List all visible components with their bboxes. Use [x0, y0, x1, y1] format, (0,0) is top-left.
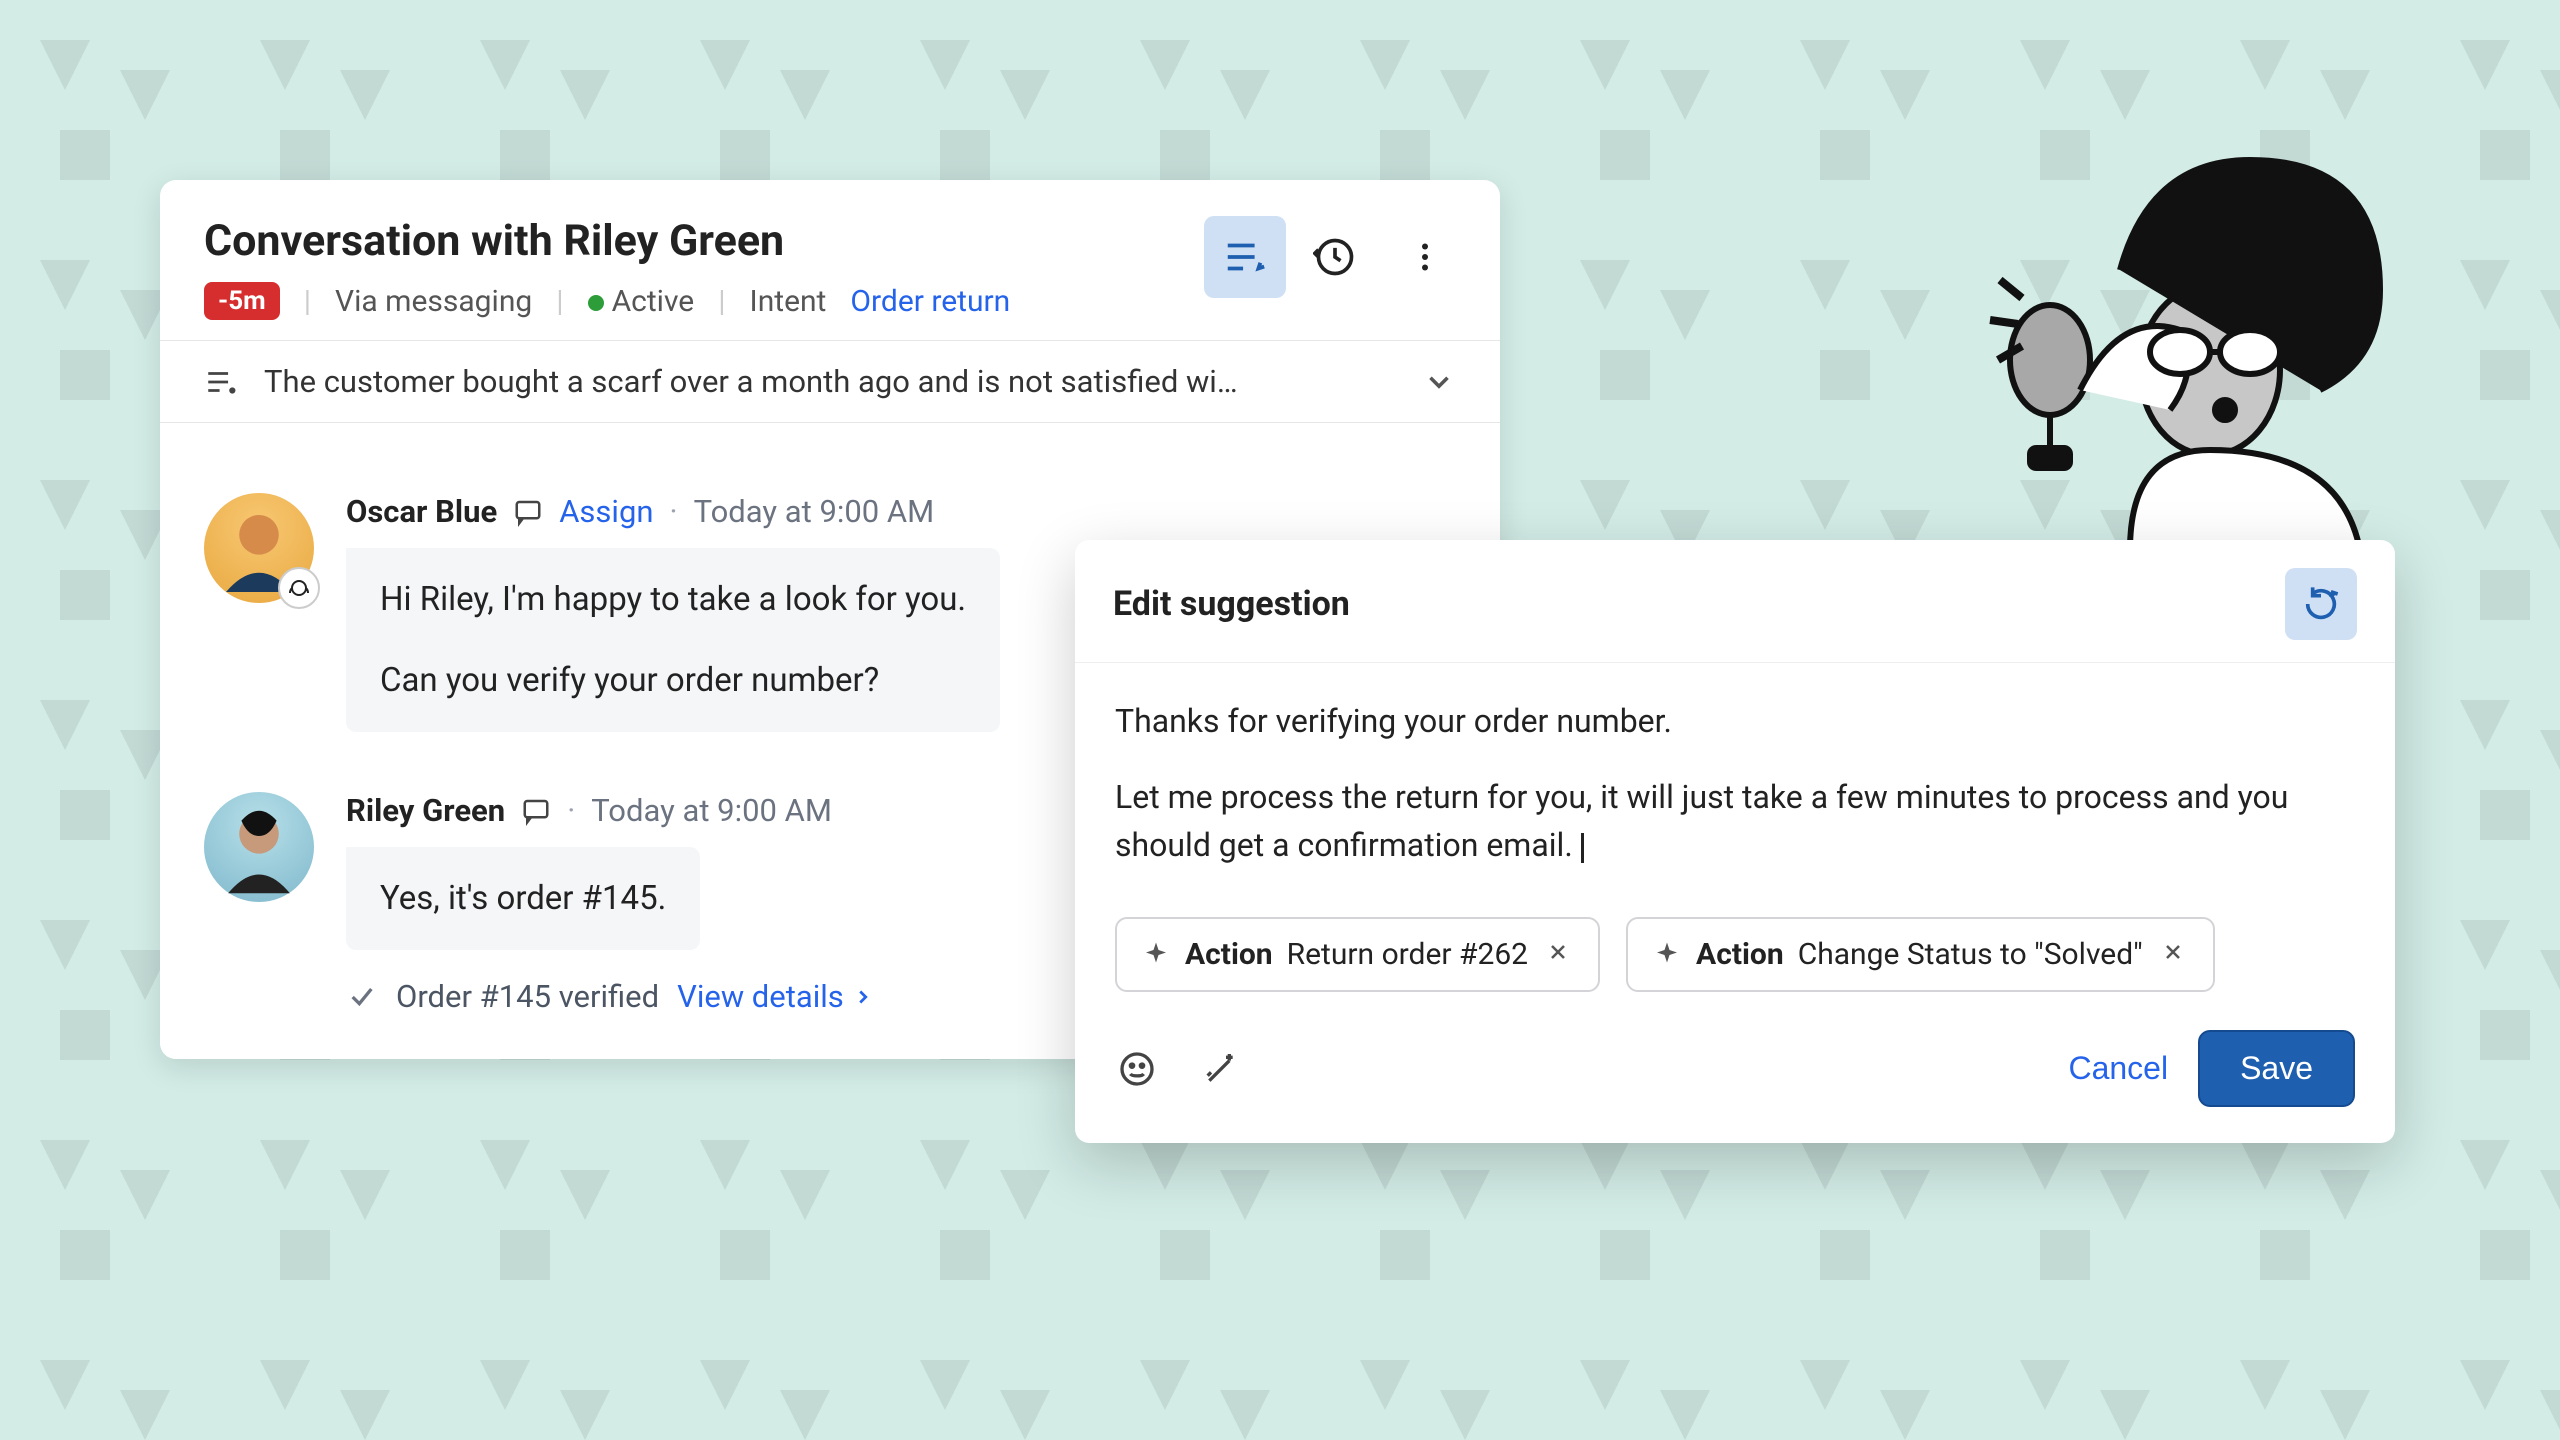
remove-action-icon[interactable]: [1542, 937, 1574, 972]
message-timestamp: Today at 9:00 AM: [694, 493, 935, 530]
view-details-link[interactable]: View details: [677, 978, 874, 1015]
more-menu-icon[interactable]: [1384, 216, 1466, 298]
checkmark-icon: [346, 981, 378, 1013]
summary-text: The customer bought a scarf over a month…: [264, 363, 1396, 400]
agent-badge-icon: [278, 567, 320, 609]
action-pill-change-status[interactable]: Action Change Status to "Solved": [1626, 917, 2215, 992]
sparkle-icon: [1652, 940, 1682, 970]
emoji-picker-icon[interactable]: [1115, 1047, 1159, 1091]
intent-label: Intent: [750, 284, 827, 319]
illustration-thinking-person: [1820, 130, 2470, 550]
remove-action-icon[interactable]: [2157, 937, 2189, 972]
message-sender-name: Oscar Blue: [346, 493, 497, 530]
verification-text: Order #145 verified: [396, 978, 659, 1015]
message-sender-name: Riley Green: [346, 792, 505, 829]
channel-messaging-icon: [521, 796, 551, 826]
edit-suggestion-panel: Edit suggestion Thanks for verifying you…: [1075, 540, 2395, 1143]
assign-link[interactable]: Assign: [559, 493, 653, 530]
regenerate-icon: [2301, 584, 2341, 624]
message-bubble: Yes, it's order #145.: [346, 847, 700, 950]
magic-wand-icon[interactable]: [1199, 1047, 1243, 1091]
avatar-agent: [204, 493, 314, 603]
save-button[interactable]: Save: [2198, 1030, 2355, 1107]
intent-value-link[interactable]: Order return: [850, 284, 1010, 319]
text-cursor: [1581, 833, 1584, 863]
message-timestamp: Today at 9:00 AM: [591, 792, 832, 829]
channel-messaging-icon: [513, 497, 543, 527]
cancel-button[interactable]: Cancel: [2068, 1050, 2168, 1087]
edit-panel-title: Edit suggestion: [1113, 584, 1350, 624]
list-sparkle-icon: [204, 365, 238, 399]
regenerate-button[interactable]: [2285, 568, 2357, 640]
edit-text-area[interactable]: Thanks for verifying your order number. …: [1075, 663, 2395, 917]
conversation-header: Conversation with Riley Green -5m | Via …: [160, 180, 1500, 340]
chevron-right-icon: [852, 986, 874, 1008]
message-bubble: Hi Riley, I'm happy to take a look for y…: [346, 548, 1000, 732]
summary-toggle-icon[interactable]: [1204, 216, 1286, 298]
channel-label: Via messaging: [335, 284, 532, 319]
action-pill-return-order[interactable]: Action Return order #262: [1115, 917, 1600, 992]
status-indicator: Active: [588, 284, 695, 319]
avatar-customer: [204, 792, 314, 902]
sparkle-icon: [1141, 940, 1171, 970]
chevron-down-icon: [1422, 365, 1456, 399]
time-badge: -5m: [204, 282, 280, 320]
history-icon[interactable]: [1294, 216, 1376, 298]
summary-bar[interactable]: The customer bought a scarf over a month…: [160, 340, 1500, 423]
